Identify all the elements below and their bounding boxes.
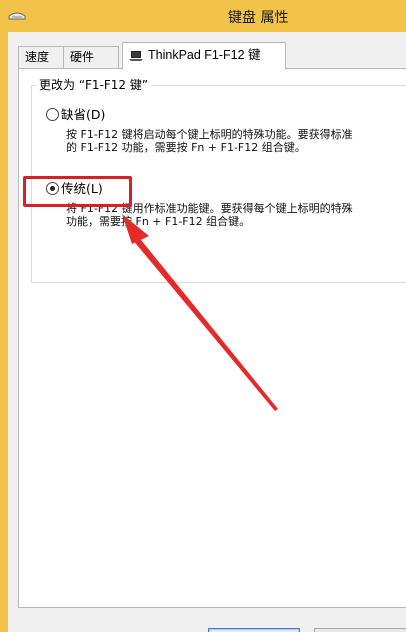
annotation-arrow <box>122 214 278 411</box>
thinkpad-icon <box>129 50 143 61</box>
annotation-arrow-shaft <box>132 235 278 411</box>
annotation-arrow-head <box>122 214 149 244</box>
tab-thinkpad-label: ThinkPad F1-F12 键 <box>148 48 261 62</box>
tab-thinkpad-fkeys[interactable]: ThinkPad F1-F12 键 <box>122 42 286 69</box>
